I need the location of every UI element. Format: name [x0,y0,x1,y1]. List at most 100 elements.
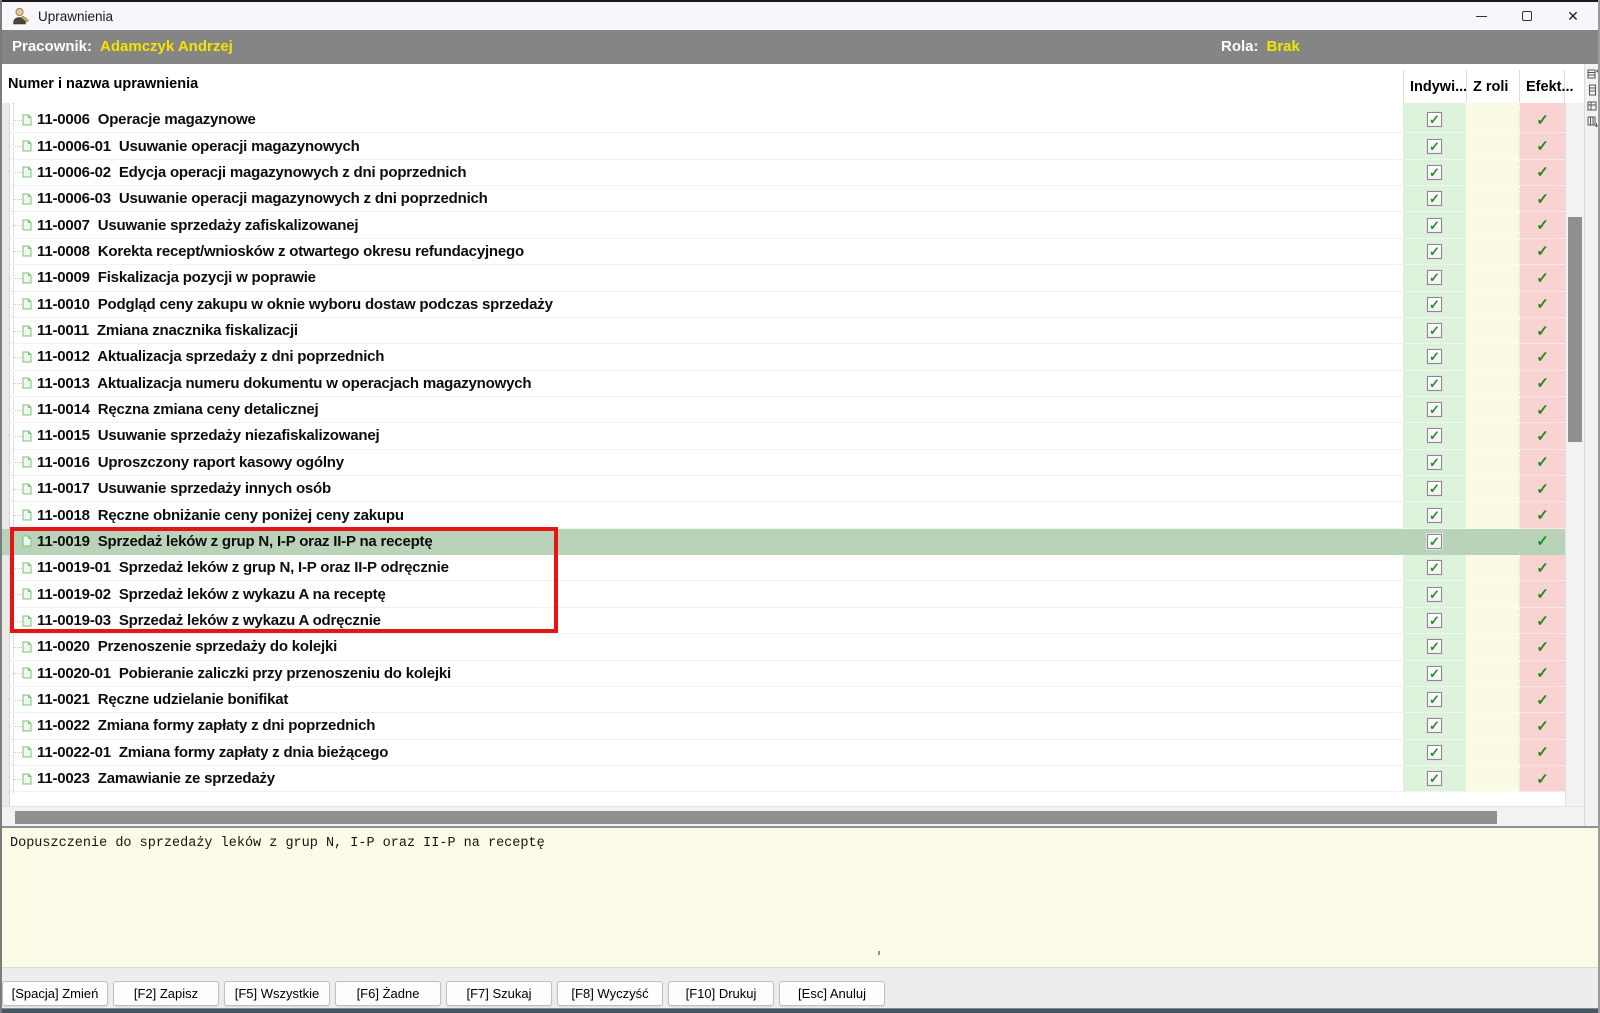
permission-row[interactable]: 11-0009 Fiskalizacja pozycji w poprawie✓… [10,265,1565,291]
checkbox-check-icon: ✓ [1429,297,1440,313]
individual-checkbox[interactable]: ✓ [1427,349,1442,364]
individual-cell: ✓ [1403,133,1466,159]
permission-row[interactable]: 11-0013 Aktualizacja numeru dokumentu w … [10,371,1565,397]
individual-checkbox[interactable]: ✓ [1427,270,1442,285]
permission-row[interactable]: 11-0012 Aktualizacja sprzedaży z dni pop… [10,344,1565,370]
individual-checkbox[interactable]: ✓ [1427,560,1442,575]
individual-checkbox[interactable]: ✓ [1427,376,1442,391]
individual-checkbox[interactable]: ✓ [1427,218,1442,233]
footer-button-f2-zapisz[interactable]: [F2] Zapisz [113,981,219,1006]
individual-checkbox[interactable]: ✓ [1427,534,1442,549]
permissions-window: Uprawnienia ✕ Pracownik:Adamczyk Andrzej… [0,0,1600,1013]
effective-check-icon: ✓ [1536,585,1549,603]
column-header-individual[interactable]: Indywi... [1403,70,1466,103]
permission-row[interactable]: 11-0021 Ręczne udzielanie bonifikat✓✓ [10,687,1565,713]
individual-checkbox[interactable]: ✓ [1427,771,1442,786]
from-role-cell [1466,502,1519,528]
individual-checkbox[interactable]: ✓ [1427,402,1442,417]
from-role-cell [1466,265,1519,291]
permission-row[interactable]: 11-0008 Korekta recept/wniosków z otwart… [10,239,1565,265]
individual-checkbox[interactable]: ✓ [1427,639,1442,654]
individual-checkbox[interactable]: ✓ [1427,613,1442,628]
footer-button-esc-anuluj[interactable]: [Esc] Anuluj [779,981,885,1006]
footer-button-f8-wyczysc[interactable]: [F8] Wyczyść [557,981,663,1006]
permission-row[interactable]: 11-0023 Zamawianie ze sprzedaży✓✓ [10,766,1565,792]
document-icon [22,746,32,758]
individual-cell: ✓ [1403,581,1466,607]
permission-row[interactable]: 11-0007 Usuwanie sprzedaży zafiskalizowa… [10,212,1565,238]
horizontal-scrollbar-thumb[interactable] [15,811,1497,824]
permission-row[interactable]: 11-0014 Ręczna zmiana ceny detalicznej✓✓ [10,397,1565,423]
column-header-effective[interactable]: Efekt... [1519,70,1565,103]
permission-row[interactable]: 11-0006-03 Usuwanie operacji magazynowyc… [10,186,1565,212]
individual-checkbox[interactable]: ✓ [1427,139,1442,154]
window-top-border [0,0,1600,2]
permission-row[interactable]: 11-0019 Sprzedaż leków z grup N, I-P ora… [10,529,1565,555]
individual-checkbox[interactable]: ✓ [1427,508,1442,523]
individual-checkbox[interactable]: ✓ [1427,191,1442,206]
permission-row[interactable]: 11-0015 Usuwanie sprzedaży niezafiskaliz… [10,423,1565,449]
individual-checkbox[interactable]: ✓ [1427,297,1442,312]
individual-cell: ✓ [1403,371,1466,397]
maximize-button[interactable] [1504,2,1550,30]
horizontal-scrollbar[interactable] [0,806,1584,826]
permission-name-cell: 11-0021 Ręczne udzielanie bonifikat [10,687,1403,713]
tree-tick [13,251,22,252]
permission-row[interactable]: 11-0006-02 Edycja operacji magazynowych … [10,160,1565,186]
individual-checkbox[interactable]: ✓ [1427,718,1442,733]
minimize-button[interactable] [1458,2,1504,30]
footer-button-f5-wszystkie[interactable]: [F5] Wszystkie [224,981,330,1006]
effective-check-icon: ✓ [1536,242,1549,260]
permission-row[interactable]: 11-0020-01 Pobieranie zaliczki przy prze… [10,661,1565,687]
effective-check-icon: ✓ [1536,295,1549,313]
checkbox-check-icon: ✓ [1429,771,1440,787]
individual-cell: ✓ [1403,265,1466,291]
column-header-name[interactable]: Numer i nazwa uprawnienia [8,64,198,103]
effective-cell: ✓ [1519,634,1565,660]
permission-row[interactable]: 11-0011 Zmiana znacznika fiskalizacji✓✓ [10,318,1565,344]
tree-tick [13,462,22,463]
individual-checkbox[interactable]: ✓ [1427,323,1442,338]
vertical-scrollbar-thumb[interactable] [1568,217,1582,442]
individual-checkbox[interactable]: ✓ [1427,455,1442,470]
effective-check-icon: ✓ [1536,111,1549,129]
column-header-from-role[interactable]: Z roli [1466,70,1519,103]
permission-row[interactable]: 11-0016 Uproszczony raport kasowy ogólny… [10,450,1565,476]
individual-checkbox[interactable]: ✓ [1427,666,1442,681]
permission-row[interactable]: 11-0022-01 Zmiana formy zapłaty z dnia b… [10,740,1565,766]
permission-row[interactable]: 11-0022 Zmiana formy zapłaty z dni poprz… [10,713,1565,739]
from-role-cell [1466,344,1519,370]
permission-row[interactable]: 11-0010 Podgląd ceny zakupu w oknie wybo… [10,292,1565,318]
individual-checkbox[interactable]: ✓ [1427,244,1442,259]
permission-row[interactable]: 11-0020 Przenoszenie sprzedaży do kolejk… [10,634,1565,660]
individual-cell: ✓ [1403,661,1466,687]
permission-row[interactable]: 11-0006 Operacje magazynowe✓✓ [10,107,1565,133]
close-button[interactable]: ✕ [1550,2,1596,30]
footer-button-f6-zadne[interactable]: [F6] Żadne [335,981,441,1006]
individual-checkbox[interactable]: ✓ [1427,112,1442,127]
footer-button-f10-drukuj[interactable]: [F10] Drukuj [668,981,774,1006]
individual-checkbox[interactable]: ✓ [1427,165,1442,180]
tree-tick [13,515,22,516]
footer-button-spacja-zmien[interactable]: [Spacja] Zmień [2,981,108,1006]
individual-checkbox[interactable]: ✓ [1427,428,1442,443]
permission-row[interactable]: 11-0019-03 Sprzedaż leków z wykazu A odr… [10,608,1565,634]
permission-row[interactable]: 11-0006-01 Usuwanie operacji magazynowyc… [10,133,1565,159]
vertical-scrollbar[interactable] [1565,103,1584,806]
checkbox-check-icon: ✓ [1429,165,1440,181]
individual-checkbox[interactable]: ✓ [1427,692,1442,707]
document-icon [22,193,32,205]
checkbox-check-icon: ✓ [1429,191,1440,207]
permission-name-cell: 11-0006-03 Usuwanie operacji magazynowyc… [10,186,1403,212]
individual-checkbox[interactable]: ✓ [1427,481,1442,496]
individual-checkbox[interactable]: ✓ [1427,587,1442,602]
permission-row[interactable]: 11-0018 Ręczne obniżanie ceny poniżej ce… [10,502,1565,528]
permission-row[interactable]: 11-0019-02 Sprzedaż leków z wykazu A na … [10,581,1565,607]
individual-checkbox[interactable]: ✓ [1427,745,1442,760]
permission-row[interactable]: 11-0019-01 Sprzedaż leków z grup N, I-P … [10,555,1565,581]
from-role-cell [1466,160,1519,186]
permission-row[interactable]: 11-0017 Usuwanie sprzedaży innych osób✓✓ [10,476,1565,502]
permission-name-cell: 11-0016 Uproszczony raport kasowy ogólny [10,450,1403,476]
footer-button-f7-szukaj[interactable]: [F7] Szukaj [446,981,552,1006]
tree-tick [13,357,22,358]
